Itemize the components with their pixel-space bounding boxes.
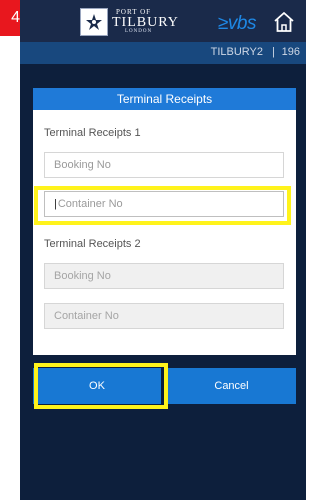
port-of-tilbury-logo: PORT OF TILBURY LONDON	[80, 8, 184, 36]
ok-button-highlight	[34, 363, 168, 409]
container-no-input-2[interactable]: Container No	[44, 303, 284, 329]
top-bar: PORT OF TILBURY LONDON ≥vbs	[20, 0, 306, 42]
group2-label: Terminal Receipts 2	[44, 238, 141, 250]
logo-city-text: LONDON	[125, 29, 153, 34]
booking-no-input-2[interactable]: Booking No	[44, 263, 284, 289]
home-icon[interactable]	[272, 10, 296, 34]
container-no-placeholder-2: Container No	[54, 310, 119, 322]
cancel-label: Cancel	[214, 380, 249, 392]
booking-no-placeholder-2: Booking No	[54, 270, 111, 282]
user-number: 196	[281, 46, 300, 58]
group1-label: Terminal Receipts 1	[44, 127, 141, 139]
user-id: TILBURY2	[210, 46, 263, 58]
cancel-button[interactable]: Cancel	[167, 368, 296, 404]
container-field-highlight	[34, 186, 291, 225]
app-screen: PORT OF TILBURY LONDON ≥vbs TILBURY2 | 1…	[20, 0, 306, 500]
booking-no-placeholder-1: Booking No	[54, 159, 111, 171]
user-bar: TILBURY2 | 196	[20, 42, 306, 64]
user-separator: |	[272, 46, 275, 58]
booking-no-input-1[interactable]: Booking No	[44, 152, 284, 178]
vbs-brand-logo: ≥vbs	[218, 13, 257, 34]
card-title: Terminal Receipts	[33, 88, 296, 110]
port-of-tilbury-seal-icon	[80, 8, 108, 36]
